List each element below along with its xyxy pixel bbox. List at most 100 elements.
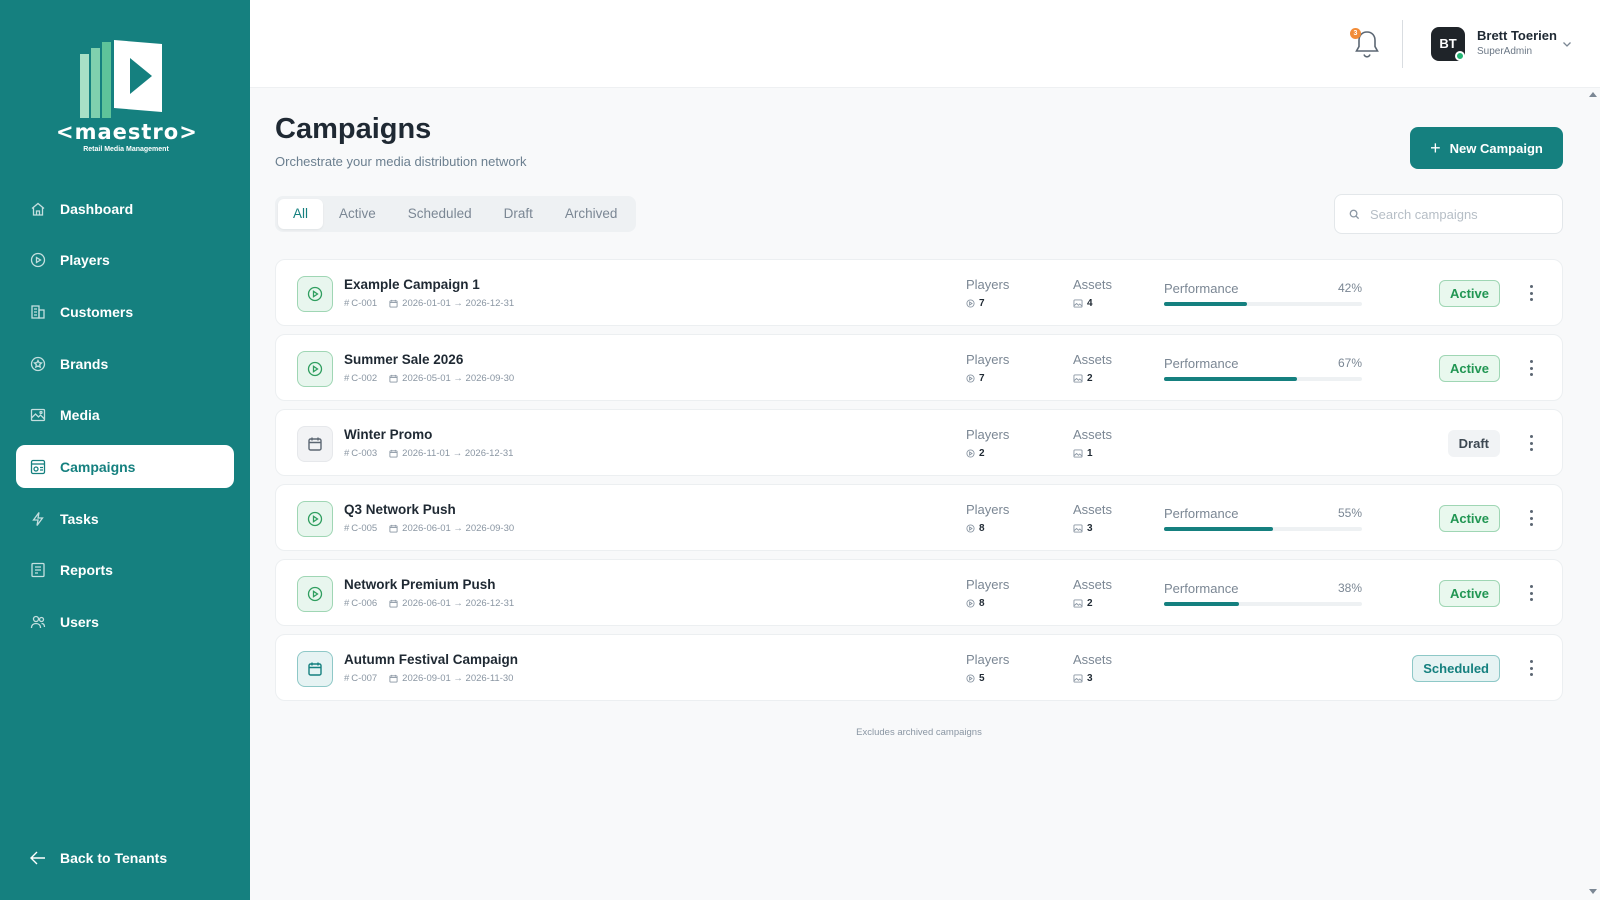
- more-options-icon[interactable]: [1526, 432, 1536, 454]
- new-campaign-button[interactable]: + New Campaign: [1410, 127, 1563, 169]
- image-icon: [1073, 374, 1083, 383]
- more-options-icon[interactable]: [1526, 357, 1536, 379]
- performance-bar-fill: [1164, 377, 1297, 381]
- more-options-icon[interactable]: [1526, 507, 1536, 529]
- assets-label: Assets: [1073, 502, 1113, 517]
- sidebar-item-reports[interactable]: Reports: [16, 549, 234, 592]
- play-circle-icon: [966, 599, 975, 608]
- assets-label: Assets: [1073, 577, 1113, 592]
- online-status-dot: [1455, 51, 1465, 61]
- campaign-dates: 2026-06-01 → 2026-09-30: [402, 523, 515, 534]
- campaign-row[interactable]: Example Campaign 1 # C-001 2026-01-01 → 202…: [275, 259, 1563, 326]
- assets-count: 3: [1073, 673, 1093, 684]
- calendar-icon: [389, 674, 398, 683]
- assets-count: 1: [1073, 448, 1093, 459]
- campaign-list: Example Campaign 1 # C-001 2026-01-01 → 202…: [275, 259, 1563, 709]
- campaign-name[interactable]: Winter Promo: [344, 427, 432, 442]
- image-icon: [1073, 599, 1083, 608]
- performance-bar-fill: [1164, 527, 1273, 531]
- players-count: 5: [966, 673, 985, 684]
- sidebar-item-tasks[interactable]: Tasks: [16, 497, 234, 540]
- tab-scheduled[interactable]: Scheduled: [392, 199, 488, 229]
- performance-percent: 42%: [1338, 281, 1363, 295]
- sidebar-item-media[interactable]: Media: [16, 394, 234, 437]
- assets-value: 2: [1087, 373, 1093, 384]
- assets-label: Assets: [1073, 352, 1113, 367]
- tab-all[interactable]: All: [278, 199, 324, 229]
- calendar-icon: [308, 437, 322, 451]
- campaign-row[interactable]: Winter Promo # C-003 2026-11-01 → 2026-12-3…: [275, 409, 1563, 476]
- topbar: [250, 0, 1600, 88]
- hash-icon: #: [344, 598, 350, 609]
- campaign-name[interactable]: Example Campaign 1: [344, 277, 480, 292]
- campaign-row[interactable]: Q3 Network Push # C-005 2026-06-01 → 2026-0…: [275, 484, 1563, 551]
- sidebar-item-users[interactable]: Users: [16, 601, 234, 644]
- sidebar-item-brands[interactable]: Brands: [16, 342, 234, 385]
- campaign-row[interactable]: Network Premium Push # C-006 2026-06-01 → 2…: [275, 559, 1563, 626]
- status-filter-tabs: All Active Scheduled Draft Archived: [275, 196, 637, 232]
- chevron-down-icon[interactable]: [1561, 38, 1573, 50]
- user-role: SuperAdmin: [1477, 46, 1533, 57]
- status-badge: Scheduled: [1412, 655, 1500, 682]
- more-options-icon[interactable]: [1526, 582, 1536, 604]
- performance-label: Performance: [1164, 506, 1239, 521]
- sidebar-item-label: Campaigns: [60, 458, 136, 475]
- search-input[interactable]: [1370, 206, 1550, 222]
- players-count: 7: [966, 373, 985, 384]
- assets-label: Assets: [1073, 652, 1113, 667]
- campaign-status-icon: [297, 576, 333, 612]
- back-to-tenants-label: Back to Tenants: [60, 850, 168, 866]
- players-label: Players: [966, 577, 1010, 592]
- assets-count: 4: [1073, 298, 1093, 309]
- players-label: Players: [966, 652, 1010, 667]
- players-value: 5: [979, 673, 985, 684]
- campaign-name[interactable]: Network Premium Push: [344, 577, 496, 592]
- brand-logo[interactable]: <maestro> Retail Media Management: [56, 38, 197, 158]
- assets-label: Assets: [1073, 277, 1113, 292]
- hash-icon: #: [344, 673, 350, 684]
- image-icon: [29, 406, 47, 424]
- calendar-icon: [389, 449, 398, 458]
- performance-bar-fill: [1164, 302, 1248, 306]
- more-options-icon[interactable]: [1526, 282, 1536, 304]
- user-name[interactable]: Brett Toerien: [1477, 28, 1557, 43]
- assets-count: 2: [1073, 598, 1093, 609]
- play-circle-icon: [966, 674, 975, 683]
- home-icon: [29, 200, 47, 218]
- sidebar-item-dashboard[interactable]: Dashboard: [16, 187, 234, 230]
- players-value: 7: [979, 298, 985, 309]
- more-options-icon[interactable]: [1526, 657, 1536, 679]
- sidebar-item-label: Dashboard: [60, 200, 134, 217]
- arrow-left-icon: [29, 849, 47, 867]
- tab-draft[interactable]: Draft: [488, 199, 549, 229]
- sidebar-item-label: Media: [60, 407, 100, 424]
- lightning-icon: [29, 510, 47, 528]
- assets-value: 1: [1087, 448, 1093, 459]
- tab-archived[interactable]: Archived: [549, 199, 634, 229]
- campaign-name[interactable]: Summer Sale 2026: [344, 352, 463, 367]
- back-to-tenants-link[interactable]: Back to Tenants: [29, 849, 167, 867]
- topbar-divider: [1402, 20, 1403, 68]
- hash-icon: #: [344, 523, 350, 534]
- image-icon: [1073, 299, 1083, 308]
- campaign-meta: # C-002 2026-05-01 → 2026-09-30: [344, 373, 514, 384]
- scroll-up-arrow[interactable]: [1589, 92, 1597, 97]
- scroll-down-arrow[interactable]: [1589, 889, 1597, 894]
- logo-books-icon: [80, 40, 162, 118]
- page-subtitle: Orchestrate your media distribution netw…: [275, 154, 527, 169]
- campaign-meta: # C-006 2026-06-01 → 2026-12-31: [344, 598, 514, 609]
- tab-active[interactable]: Active: [323, 199, 392, 229]
- players-count: 7: [966, 298, 985, 309]
- campaign-name[interactable]: Autumn Festival Campaign: [344, 652, 518, 667]
- campaign-row[interactable]: Summer Sale 2026 # C-002 2026-05-01 → 2026-…: [275, 334, 1563, 401]
- campaign-name[interactable]: Q3 Network Push: [344, 502, 456, 517]
- players-value: 7: [979, 373, 985, 384]
- sidebar-item-campaigns[interactable]: Campaigns: [16, 445, 234, 489]
- campaign-row[interactable]: Autumn Festival Campaign # C-007 2026-09-01…: [275, 634, 1563, 701]
- calendar-icon: [389, 599, 398, 608]
- sidebar-item-customers[interactable]: Customers: [16, 290, 234, 333]
- calendar-icon: [389, 524, 398, 533]
- sidebar-item-players[interactable]: Players: [16, 239, 234, 282]
- campaign-status-icon: [297, 351, 333, 387]
- building-icon: [29, 303, 47, 321]
